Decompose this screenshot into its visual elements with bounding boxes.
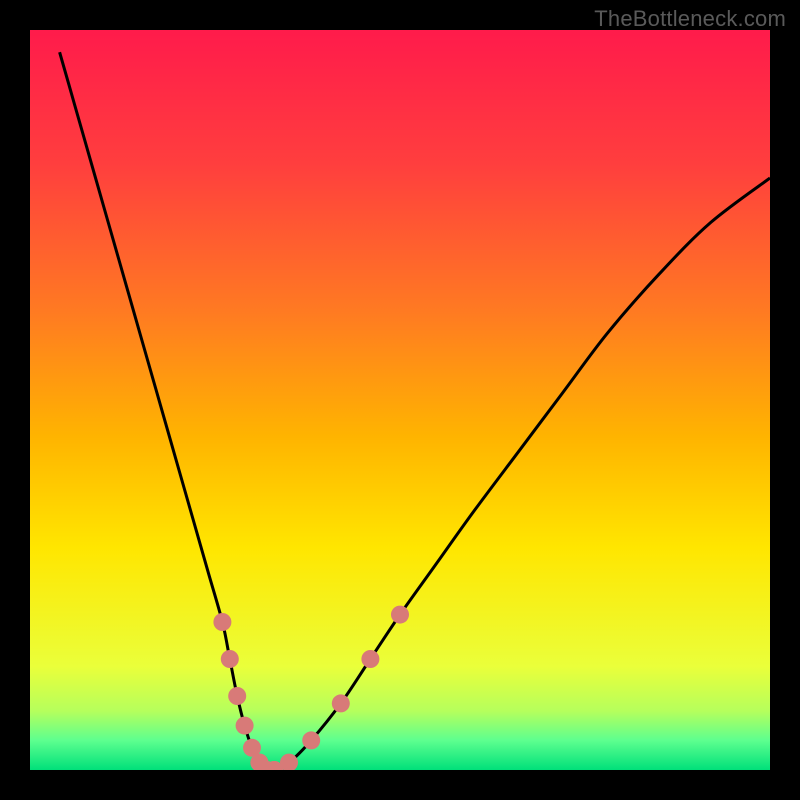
marker-left xyxy=(236,717,254,735)
marker-left xyxy=(228,687,246,705)
watermark-text: TheBottleneck.com xyxy=(594,6,786,32)
marker-right xyxy=(391,606,409,624)
curve-path xyxy=(60,52,770,770)
bottleneck-curve xyxy=(30,30,770,770)
marker-left xyxy=(213,613,231,631)
marker-right xyxy=(361,650,379,668)
marker-left xyxy=(221,650,239,668)
marker-right xyxy=(332,694,350,712)
plot-area xyxy=(30,30,770,770)
chart-stage: TheBottleneck.com xyxy=(0,0,800,800)
marker-right xyxy=(302,731,320,749)
